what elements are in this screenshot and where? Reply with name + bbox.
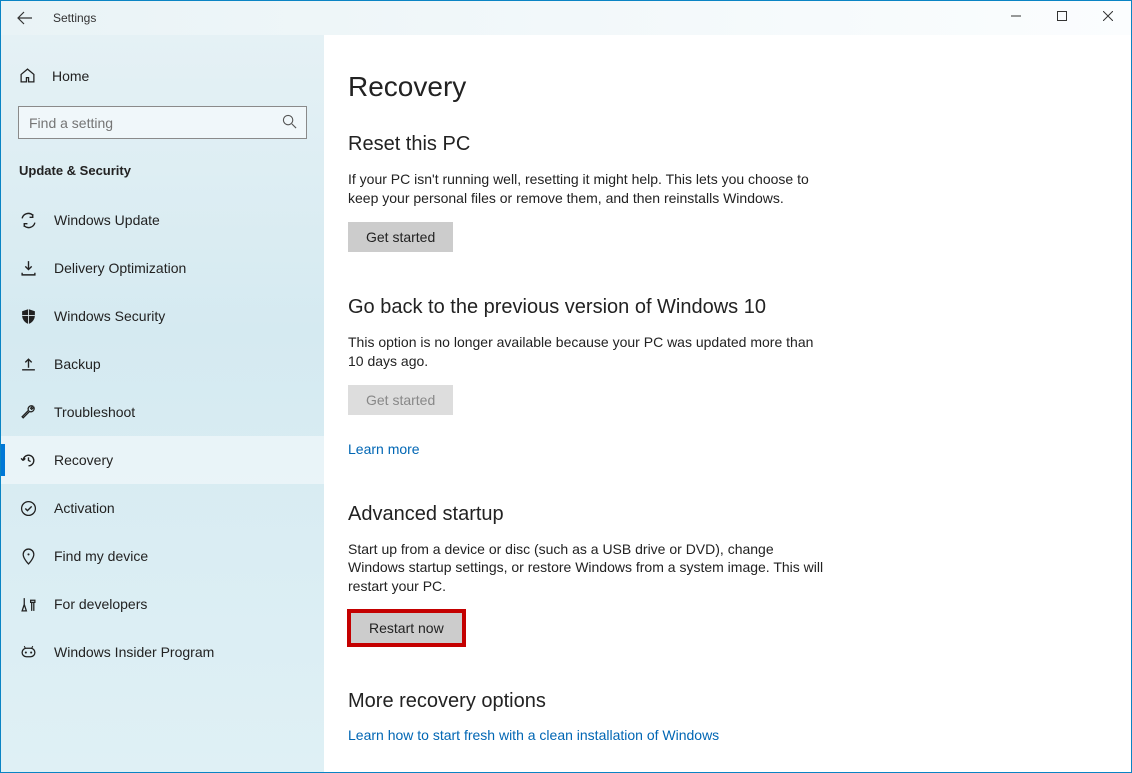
reset-get-started-button[interactable]: Get started (348, 222, 453, 252)
sidebar-item-label: Backup (54, 356, 101, 372)
search-icon (282, 114, 297, 129)
sidebar-item-label: Windows Insider Program (54, 644, 214, 660)
start-fresh-link[interactable]: Learn how to start fresh with a clean in… (348, 727, 719, 743)
learn-more-link[interactable]: Learn more (348, 441, 420, 457)
sidebar-item-delivery-optimization[interactable]: Delivery Optimization (1, 244, 324, 292)
sync-icon (19, 212, 37, 229)
home-link[interactable]: Home (1, 59, 324, 92)
sidebar-item-label: Find my device (54, 548, 148, 564)
sidebar-item-label: For developers (54, 596, 147, 612)
main-content: Recovery Reset this PC If your PC isn't … (324, 35, 1131, 772)
sidebar-item-windows-update[interactable]: Windows Update (1, 196, 324, 244)
back-button[interactable] (1, 1, 49, 35)
sidebar-item-label: Recovery (54, 452, 113, 468)
home-icon (19, 67, 36, 84)
section-go-back: Go back to the previous version of Windo… (348, 296, 828, 459)
location-icon (19, 548, 37, 565)
page-title: Recovery (348, 71, 1107, 103)
section-heading: Advanced startup (348, 503, 828, 526)
sidebar-item-backup[interactable]: Backup (1, 340, 324, 388)
home-label: Home (52, 68, 89, 84)
sidebar-item-label: Activation (54, 500, 115, 516)
titlebar: Settings (1, 1, 1131, 35)
window-controls (993, 1, 1131, 31)
section-heading: Reset this PC (348, 133, 828, 156)
close-button[interactable] (1085, 1, 1131, 31)
upload-icon (19, 356, 37, 373)
category-title: Update & Security (1, 163, 324, 196)
sidebar-item-for-developers[interactable]: For developers (1, 580, 324, 628)
sidebar-item-troubleshoot[interactable]: Troubleshoot (1, 388, 324, 436)
tools-icon (19, 596, 37, 613)
sidebar-item-label: Windows Update (54, 212, 160, 228)
section-reset-pc: Reset this PC If your PC isn't running w… (348, 133, 828, 252)
arrow-left-icon (17, 10, 33, 26)
maximize-button[interactable] (1039, 1, 1085, 31)
sidebar-item-label: Delivery Optimization (54, 260, 186, 276)
shield-icon (19, 308, 37, 325)
ninja-icon (19, 644, 37, 661)
sidebar-item-windows-insider[interactable]: Windows Insider Program (1, 628, 324, 676)
restart-now-button[interactable]: Restart now (348, 610, 465, 646)
sidebar-item-recovery[interactable]: Recovery (1, 436, 324, 484)
section-desc: Start up from a device or disc (such as … (348, 540, 828, 597)
section-heading: More recovery options (348, 690, 828, 713)
app-title: Settings (53, 11, 96, 25)
section-more-recovery: More recovery options Learn how to start… (348, 690, 828, 745)
section-advanced-startup: Advanced startup Start up from a device … (348, 503, 828, 647)
sidebar-item-label: Troubleshoot (54, 404, 135, 420)
wrench-icon (19, 404, 37, 421)
section-heading: Go back to the previous version of Windo… (348, 296, 828, 319)
maximize-icon (1057, 11, 1067, 21)
search-input[interactable] (18, 106, 307, 139)
sidebar-item-label: Windows Security (54, 308, 165, 324)
close-icon (1103, 11, 1113, 21)
check-circle-icon (19, 500, 37, 517)
section-desc: If your PC isn't running well, resetting… (348, 170, 828, 208)
download-icon (19, 260, 37, 277)
sidebar-item-activation[interactable]: Activation (1, 484, 324, 532)
sidebar: Home Update & Security Windows Update De… (1, 35, 324, 772)
sidebar-item-find-my-device[interactable]: Find my device (1, 532, 324, 580)
minimize-button[interactable] (993, 1, 1039, 31)
minimize-icon (1011, 11, 1021, 21)
goback-get-started-button: Get started (348, 385, 453, 415)
sidebar-list: Windows Update Delivery Optimization Win… (1, 196, 324, 676)
sidebar-item-windows-security[interactable]: Windows Security (1, 292, 324, 340)
section-desc: This option is no longer available becau… (348, 333, 828, 371)
history-icon (19, 452, 37, 469)
